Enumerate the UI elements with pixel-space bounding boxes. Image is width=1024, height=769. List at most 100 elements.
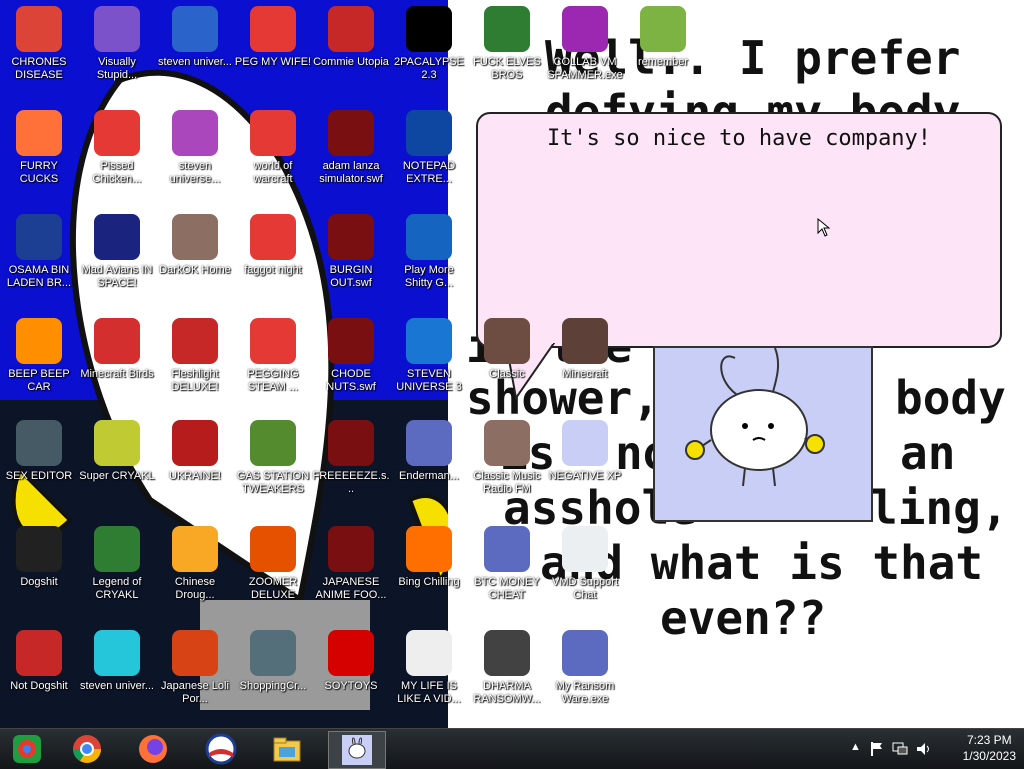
- skull-icon: [484, 630, 530, 676]
- firefox-icon: [16, 110, 62, 156]
- flash-player-icon: [250, 630, 296, 676]
- desktop-icon[interactable]: Mad Avians IN SPACE!: [78, 214, 156, 290]
- start-button[interactable]: [2, 731, 52, 767]
- desktop-icon[interactable]: adam lanza simulator.swf: [312, 110, 390, 186]
- gem-icon: [172, 110, 218, 156]
- dogshit-icon: [16, 526, 62, 572]
- bunny-pet[interactable]: [655, 347, 871, 520]
- bunny-pet-window[interactable]: [653, 346, 873, 522]
- desktop-icon[interactable]: NOTEPAD EXTRE...: [390, 110, 468, 186]
- desktop-icon[interactable]: BURGIN OUT.swf: [312, 214, 390, 290]
- desktop-icon[interactable]: DarkOK Home: [156, 214, 234, 277]
- speech-balloon[interactable]: It's so nice to have company!: [476, 112, 1002, 401]
- clock-date: 1/30/2023: [962, 749, 1016, 763]
- desktop-icon[interactable]: PEG MY WIFE!: [234, 6, 312, 69]
- system-tray: ▲ 7:23 PM 1/30/2023: [824, 729, 1024, 769]
- desktop-icon[interactable]: steven univer...: [156, 6, 234, 69]
- desktop-icon[interactable]: GAS STATION TWEAKERS: [234, 420, 312, 496]
- show-hidden-icon[interactable]: ▲: [850, 741, 861, 753]
- desktop-icon[interactable]: UKRAINE!: [156, 420, 234, 483]
- desktop-icon[interactable]: My Ransom Ware.exe: [546, 630, 624, 706]
- desktop-icon[interactable]: VMD Support Chat: [546, 526, 624, 602]
- flash-icon: [328, 110, 374, 156]
- taskbar-file-explorer[interactable]: [262, 731, 312, 767]
- taskbar-firefox[interactable]: [128, 731, 178, 767]
- desktop-icon[interactable]: Chinese Droug...: [156, 526, 234, 602]
- book-icon: [640, 6, 686, 52]
- desktop-icon[interactable]: DHARMA RANSOMW...: [468, 630, 546, 706]
- desktop-icon[interactable]: BEEP BEEP CAR: [0, 318, 78, 394]
- desktop-icon-label: Minecraft: [562, 368, 608, 380]
- desktop-icon-label: adam lanza simulator.swf: [319, 160, 383, 185]
- desktop-icon[interactable]: Super CRYAKL: [78, 420, 156, 483]
- desktop-icon-label: OSAMA BIN LADEN BR...: [6, 264, 72, 289]
- desktop-icon[interactable]: faggot night: [234, 214, 312, 277]
- desktop-icon[interactable]: CHRONES DISEASE: [0, 6, 78, 82]
- desktop-icon[interactable]: remember: [624, 6, 702, 69]
- desktop-icon[interactable]: ZOOMER DELUXE: [234, 526, 312, 602]
- desktop-icon[interactable]: Legend of CRYAKL: [78, 526, 156, 602]
- taskbar-active-window[interactable]: [328, 731, 386, 769]
- flag-icon: [328, 6, 374, 52]
- desktop-icon[interactable]: Bing Chilling: [390, 526, 468, 589]
- desktop-icon-label: PEGGING STEAM ...: [247, 368, 299, 393]
- desktop-icon[interactable]: Enderman...: [390, 420, 468, 483]
- desktop-icon[interactable]: Classic: [468, 318, 546, 381]
- p-icon: [250, 318, 296, 364]
- volume-icon[interactable]: [916, 741, 932, 757]
- desktop-icon[interactable]: world of warcraft: [234, 110, 312, 186]
- desktop-icon[interactable]: OSAMA BIN LADEN BR...: [0, 214, 78, 290]
- desktop-icon[interactable]: STEVEN UNIVERSE 3: [390, 318, 468, 394]
- desktop-icon-label: UKRAINE!: [169, 470, 221, 482]
- desktop-icon[interactable]: Visually Stupid...: [78, 6, 156, 82]
- desktop-icon-label: VMD Support Chat: [551, 576, 619, 601]
- desktop-icon[interactable]: FUCK ELVES BROS: [468, 6, 546, 82]
- diamond-icon: [94, 630, 140, 676]
- desktop-icon-label: FUCK ELVES BROS: [473, 56, 541, 81]
- desktop-icon[interactable]: Dogshit: [0, 526, 78, 589]
- desktop-icon[interactable]: JAPANESE ANIME FOO...: [312, 526, 390, 602]
- desktop-icon[interactable]: Classic Music Radio FM: [468, 420, 546, 496]
- angry-birds-seasons-icon: [94, 110, 140, 156]
- desktop-icon[interactable]: Minecraft: [546, 318, 624, 381]
- desktop-icon-label: PEG MY WIFE!: [234, 56, 312, 68]
- flash-icon: [328, 214, 374, 260]
- desktop-icon[interactable]: Fleshlight DELUXE!: [156, 318, 234, 394]
- desktop-icon[interactable]: Commie Utopia: [312, 6, 390, 69]
- desktop-icon[interactable]: SEX EDITOR: [0, 420, 78, 483]
- desktop-icon-label: Chinese Droug...: [174, 576, 216, 601]
- desktop-icon[interactable]: NEGATIVE XP: [546, 420, 624, 483]
- clock[interactable]: 7:23 PM 1/30/2023: [963, 732, 1016, 764]
- desktop-icon[interactable]: steven universe...: [156, 110, 234, 186]
- doctor-icon: [562, 526, 608, 572]
- desktop-icon[interactable]: SOYTOYS: [312, 630, 390, 693]
- desktop-icon[interactable]: BTC MONEY CHEAT: [468, 526, 546, 602]
- desktop-icon[interactable]: ShoppingCr...: [234, 630, 312, 693]
- balloon-text: It's so nice to have company!: [546, 126, 932, 151]
- desktop-icon[interactable]: Minecraft Birds: [78, 318, 156, 381]
- desktop-icon[interactable]: Play More Shitty G...: [390, 214, 468, 290]
- desktop-icon[interactable]: Not Dogshit: [0, 630, 78, 693]
- desktop-icon[interactable]: CHODE NUTS.swf: [312, 318, 390, 394]
- desktop-icon[interactable]: Pissed Chicken...: [78, 110, 156, 186]
- taskbar-obama[interactable]: [196, 731, 246, 767]
- wallpaper-line-12: even??: [660, 591, 827, 645]
- taskbar-chrome[interactable]: [62, 731, 112, 767]
- desktop-icon[interactable]: 2PACALYPSE 2.3: [390, 6, 468, 82]
- desktop-icon-label: steven univer...: [158, 56, 232, 68]
- desktop-icon[interactable]: COLLAB VM SPAMMER.exe: [546, 6, 624, 82]
- desktop-icon-label: Play More Shitty G...: [404, 264, 454, 289]
- flash-icon: [328, 318, 374, 364]
- p-icon: [250, 214, 296, 260]
- desktop-icon[interactable]: FURRY CUCKS: [0, 110, 78, 186]
- network-icon[interactable]: [892, 741, 908, 757]
- notepad-icon: [406, 110, 452, 156]
- desktop-icon[interactable]: PEGGING STEAM ...: [234, 318, 312, 394]
- desktop-icon[interactable]: steven univer...: [78, 630, 156, 693]
- desktop-icon[interactable]: Japanese Loli Por...: [156, 630, 234, 706]
- flag-icon[interactable]: [870, 741, 884, 757]
- desktop-icon[interactable]: FREEEEEZE.s...: [312, 420, 390, 496]
- desktop: Well.. I prefer defying my body in the s…: [0, 0, 1024, 728]
- desktop-icon[interactable]: MY LIFE IS LIKE A VID...: [390, 630, 468, 706]
- steven-icon: [172, 6, 218, 52]
